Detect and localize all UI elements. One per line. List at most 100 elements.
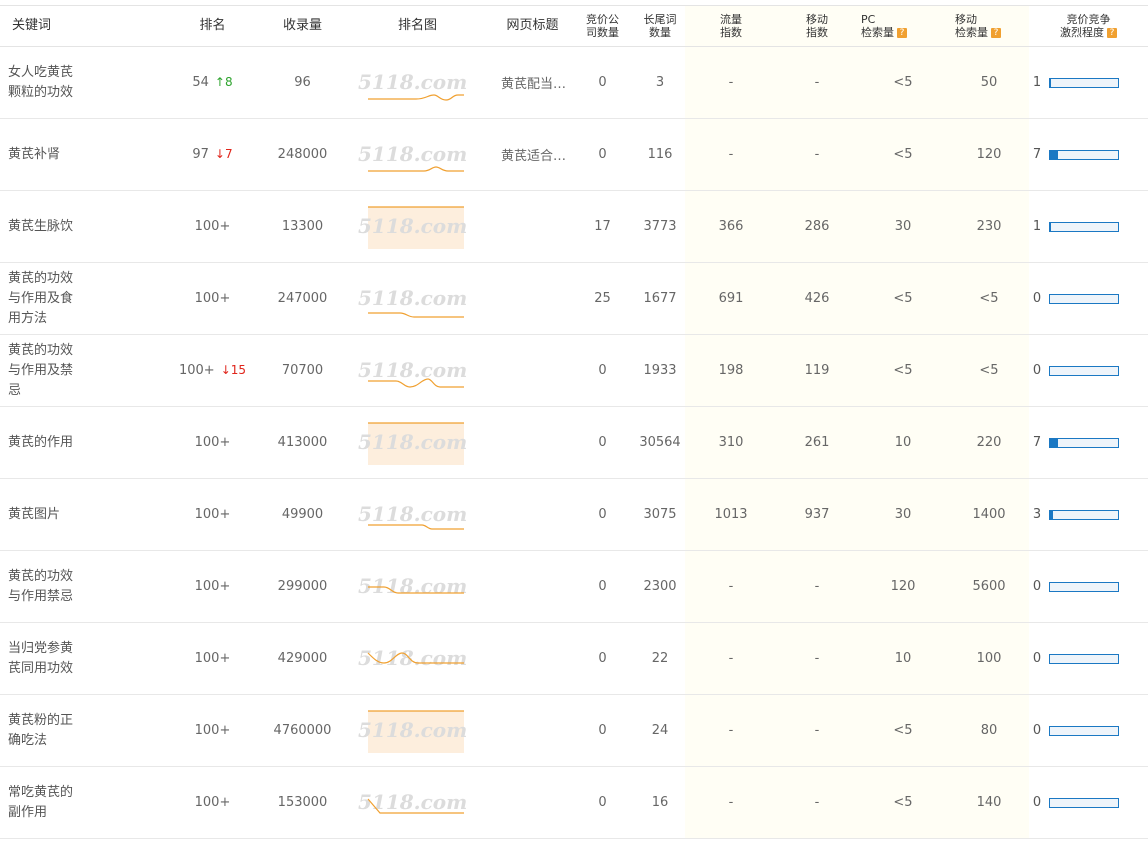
header-indexed[interactable]: 收录量 <box>265 5 340 47</box>
rank-sparkline: 5118.com <box>358 421 467 465</box>
bid-companies-cell[interactable]: 0 <box>570 334 635 407</box>
bid-companies-cell[interactable]: 0 <box>570 406 635 479</box>
table-row[interactable]: 黄芪生脉饮 100+ 13300 5118.com 17 3773 366 286 30 230 1 <box>0 190 1148 263</box>
bid-companies-cell[interactable]: 17 <box>570 190 635 263</box>
keyword-cell[interactable]: 黄芪生脉饮 <box>0 190 160 263</box>
page-title-link[interactable] <box>495 550 570 623</box>
keyword-text[interactable]: 与作用禁忌 <box>8 589 73 604</box>
keyword-cell[interactable]: 黄芪的功效与作用禁忌 <box>0 550 160 623</box>
bid-companies-cell[interactable]: 0 <box>570 478 635 551</box>
table-row[interactable]: 当归党参黄 芪同用功效 100+ 429000 5118.com 0 22- -10 100 0 <box>0 622 1148 695</box>
pc-search-cell: 30 <box>857 478 949 551</box>
help-icon[interactable]: ? <box>1107 28 1117 38</box>
keyword-text[interactable]: 副作用 <box>8 805 47 820</box>
help-icon[interactable]: ? <box>897 28 907 38</box>
rank-chart-cell: 5118.com <box>340 406 495 479</box>
header-long-tail[interactable]: 长尾词 数量 <box>635 5 685 47</box>
table-row[interactable]: 常吃黄芪的 副作用 100+ 153000 5118.com 0 16- - <5 140 0 <box>0 766 1148 839</box>
table-row[interactable]: 黄芪的功效 与作用及禁忌 100+ ↓15 70700 5118.com 0 1933 198 1… <box>0 334 1148 407</box>
keyword-text[interactable]: 用方法 <box>8 311 47 326</box>
mobile-search-cell: 100 <box>949 622 1029 695</box>
keyword-cell[interactable]: 女人吃黄芪颗粒的功效 <box>0 46 160 119</box>
page-title-link[interactable]: 黄芪配当… <box>495 46 570 119</box>
rank-sparkline: 5118.com <box>358 646 467 670</box>
keyword-cell[interactable]: 当归党参黄芪同用功效 <box>0 622 160 695</box>
bid-companies-cell[interactable]: 0 <box>570 694 635 767</box>
header-pc-search[interactable]: PC 检索量? <box>857 5 949 47</box>
keyword-text[interactable]: 黄芪生脉饮 <box>8 219 73 234</box>
bid-companies-cell[interactable]: 0 <box>570 622 635 695</box>
pc-search-cell: <5 <box>857 766 949 839</box>
bid-companies-cell[interactable]: 0 <box>570 46 635 119</box>
sparkline-line <box>367 311 464 318</box>
keyword-text[interactable]: 黄芪图片 <box>8 507 60 522</box>
table-row[interactable]: 黄芪的作用 100+ 413000 5118.com 0 30564 310 261 10 220… <box>0 406 1148 479</box>
keyword-text[interactable]: 当归党参黄 <box>8 641 73 656</box>
help-icon[interactable]: ? <box>991 28 1001 38</box>
page-title-link[interactable] <box>495 190 570 263</box>
keyword-cell[interactable]: 黄芪补肾 <box>0 118 160 191</box>
rank-sparkline: 5118.com <box>358 286 467 318</box>
keyword-text[interactable]: 女人吃黄芪 <box>8 65 73 80</box>
competition-value: 0 <box>1032 363 1042 378</box>
competition-cell: 0 <box>1029 262 1148 335</box>
keyword-cell[interactable]: 黄芪的功效与作用及禁忌 <box>0 334 160 407</box>
bid-companies-cell[interactable]: 0 <box>570 766 635 839</box>
header-competition[interactable]: 竞价竞争 激烈程度? <box>1029 5 1148 47</box>
table-row[interactable]: 黄芪的功效 与作用禁忌 100+ 299000 5118.com 0 2300- -120 56… <box>0 550 1148 623</box>
keyword-cell[interactable]: 黄芪粉的正 确吃法 <box>0 694 160 767</box>
competition-value: 0 <box>1032 579 1042 594</box>
bid-companies-cell[interactable]: 0 <box>570 550 635 623</box>
keyword-text[interactable]: 与作用及食 <box>8 291 73 306</box>
mobile-index-cell: 119 <box>777 334 857 407</box>
keyword-text[interactable]: 颗粒的功效 <box>8 85 73 100</box>
keyword-text[interactable]: 与作用及禁 <box>8 363 73 378</box>
table-row[interactable]: 女人吃黄芪 颗粒的功效 54 ↑8 96 5118.com 黄芪配当… 0 3- - <5 50 1 <box>0 46 1148 119</box>
rank-sparkline: 5118.com <box>358 142 467 172</box>
header-mobile-index[interactable]: 移动 指数 <box>777 5 857 47</box>
keyword-text[interactable]: 常吃黄芪的 <box>8 785 73 800</box>
keyword-text[interactable]: 确吃法 <box>8 733 47 748</box>
page-title-link[interactable] <box>495 262 570 335</box>
keyword-text[interactable]: 黄芪的功效 <box>8 271 73 286</box>
keyword-text[interactable]: 芪同用功效 <box>8 661 73 676</box>
page-title-link[interactable] <box>495 766 570 839</box>
mobile-search-cell: 1400 <box>949 478 1029 551</box>
mobile-search-cell: 50 <box>949 46 1029 119</box>
page-title-link[interactable]: 黄芪适合… <box>495 118 570 191</box>
page-title-link[interactable] <box>495 622 570 695</box>
header-keyword[interactable]: 关键词 <box>0 5 160 47</box>
header-bid-companies[interactable]: 竞价公 司数量 <box>570 5 635 47</box>
header-traffic-index[interactable]: 流量 指数 <box>685 5 777 47</box>
bid-companies-cell[interactable]: 25 <box>570 262 635 335</box>
bid-companies-cell[interactable]: 0 <box>570 118 635 191</box>
table-row[interactable]: 黄芪图片 100+ 49900 5118.com 0 3075 1013 937 30 1400 3 <box>0 478 1148 551</box>
header-rank[interactable]: 排名 <box>160 5 265 47</box>
keyword-text[interactable]: 忌 <box>8 383 21 398</box>
keyword-cell[interactable]: 黄芪的功效与作用及食用方法 <box>0 262 160 335</box>
competition-cell: 0 <box>1029 622 1148 695</box>
keyword-text[interactable]: 黄芪的功效 <box>8 343 73 358</box>
keyword-text[interactable]: 黄芪粉的正 <box>8 713 73 728</box>
keyword-cell[interactable]: 黄芪的作用 <box>0 406 160 479</box>
keyword-text[interactable]: 黄芪的作用 <box>8 435 73 450</box>
rank-change: ↓15 <box>220 363 247 377</box>
pc-search-cell: <5 <box>857 334 949 407</box>
page-title-link[interactable] <box>495 406 570 479</box>
table-row[interactable]: 黄芪补肾 97 ↓7 248000 5118.com 黄芪适合… 0 116- - <5 120 7 <box>0 118 1148 191</box>
mobile-index-cell: 286 <box>777 190 857 263</box>
table-row[interactable]: 黄芪的功效 与作用及食 用方法 100+ 247000 5118.com 25 1677 691… <box>0 262 1148 335</box>
table-row[interactable]: 黄芪粉的正 确吃法 100+ 4760000 5118.com 0 24- - <5 80 0 <box>0 694 1148 767</box>
keyword-cell[interactable]: 常吃黄芪的 副作用 <box>0 766 160 839</box>
pc-search-cell: <5 <box>857 46 949 119</box>
keyword-text[interactable]: 黄芪补肾 <box>8 147 60 162</box>
watermark-text: 5118.com <box>358 430 467 454</box>
sparkline-line <box>367 165 464 172</box>
keyword-text[interactable]: 黄芪的功效 <box>8 569 73 584</box>
page-title-link[interactable] <box>495 694 570 767</box>
keyword-cell[interactable]: 黄芪图片 <box>0 478 160 551</box>
page-title-link[interactable] <box>495 478 570 551</box>
mobile-index-cell: - <box>777 46 857 119</box>
page-title-link[interactable] <box>495 334 570 407</box>
header-mobile-search[interactable]: 移动 检索量? <box>949 5 1029 47</box>
